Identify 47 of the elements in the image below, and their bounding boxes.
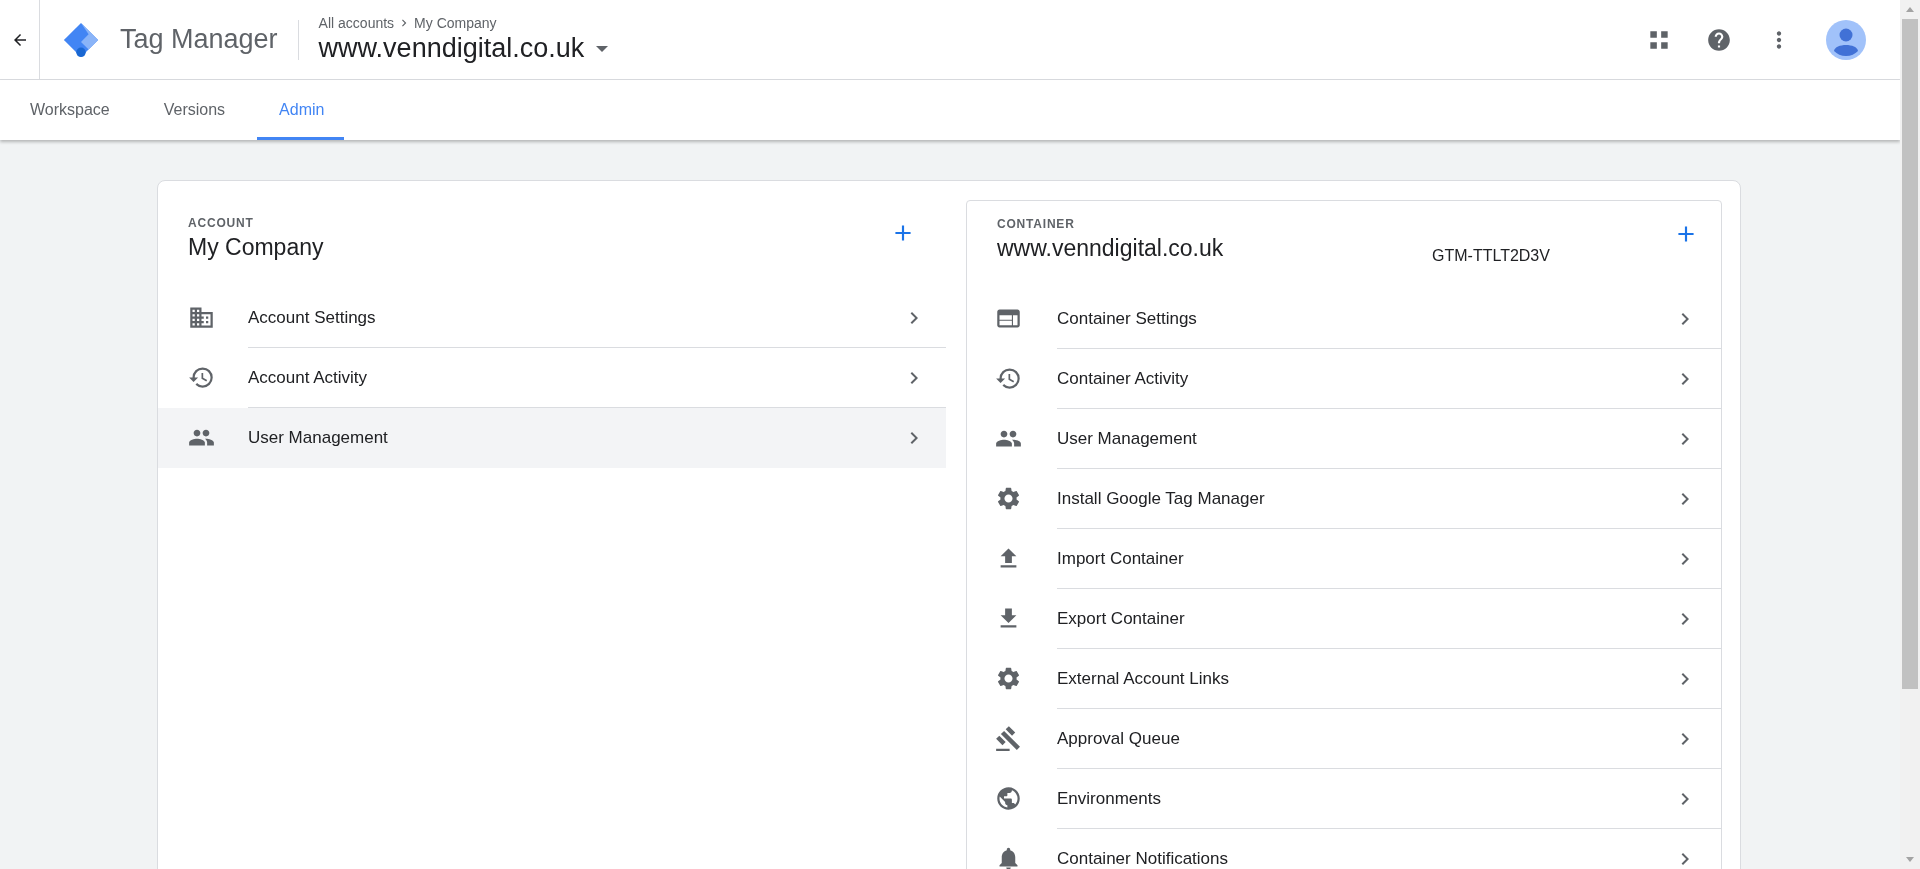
item-label: Container Settings [1057, 308, 1198, 329]
nav-tab[interactable]: Admin [257, 80, 345, 140]
container-name: www.venndigital.co.uk [997, 235, 1225, 262]
list-item[interactable]: User Management [967, 409, 1721, 469]
gear-icon [995, 485, 1022, 512]
breadcrumb-link[interactable]: My Company [414, 15, 497, 31]
item-label: User Management [1057, 428, 1198, 449]
globe-icon [995, 785, 1022, 812]
list-item[interactable]: Container Notifications [967, 829, 1721, 869]
item-label: Account Settings [248, 307, 377, 328]
caret-icon [596, 45, 609, 52]
list-item[interactable]: Container Settings [967, 289, 1721, 349]
app-name: Tag Manager [120, 24, 278, 55]
item-label: Approval Queue [1057, 728, 1181, 749]
breadcrumb-link[interactable]: All accounts [318, 15, 395, 31]
item-label: Install Google Tag Manager [1057, 488, 1266, 509]
building-icon [188, 304, 215, 331]
history-icon [995, 365, 1022, 392]
list-item[interactable]: User Management [158, 408, 946, 468]
item-label: Container Activity [1057, 368, 1190, 389]
list-item[interactable]: Approval Queue [967, 709, 1721, 769]
section-label: CONTAINER [997, 217, 1076, 231]
list-item[interactable]: Environments [967, 769, 1721, 829]
avatar-icon[interactable] [1826, 19, 1866, 60]
list-item[interactable]: Install Google Tag Manager [967, 469, 1721, 529]
item-label: User Management [248, 427, 389, 448]
item-label: Account Activity [248, 367, 369, 388]
list-item[interactable]: Container Activity [967, 349, 1721, 409]
help-icon[interactable] [1706, 26, 1732, 53]
gavel-icon [995, 725, 1022, 752]
list-item[interactable]: Export Container [967, 589, 1721, 649]
item-label: External Account Links [1057, 668, 1230, 689]
list-item[interactable]: Account Settings [158, 288, 946, 348]
container-id: GTM-TTLT2D3V [1432, 247, 1550, 265]
item-label: Export Container [1057, 608, 1186, 629]
list-item[interactable]: External Account Links [967, 649, 1721, 709]
history-icon [188, 364, 215, 391]
nav-tab[interactable]: Versions [141, 80, 246, 140]
account-name: My Company [188, 234, 325, 261]
gear-icon [995, 665, 1022, 692]
section-label: ACCOUNT [188, 216, 255, 230]
item-label: Environments [1057, 788, 1162, 809]
diamond-logo-icon [62, 20, 100, 59]
nav-tab[interactable]: Workspace [0, 80, 130, 140]
item-label: Import Container [1057, 548, 1185, 569]
item-label: Container Notifications [1057, 848, 1230, 869]
list-item[interactable]: Import Container [967, 529, 1721, 589]
